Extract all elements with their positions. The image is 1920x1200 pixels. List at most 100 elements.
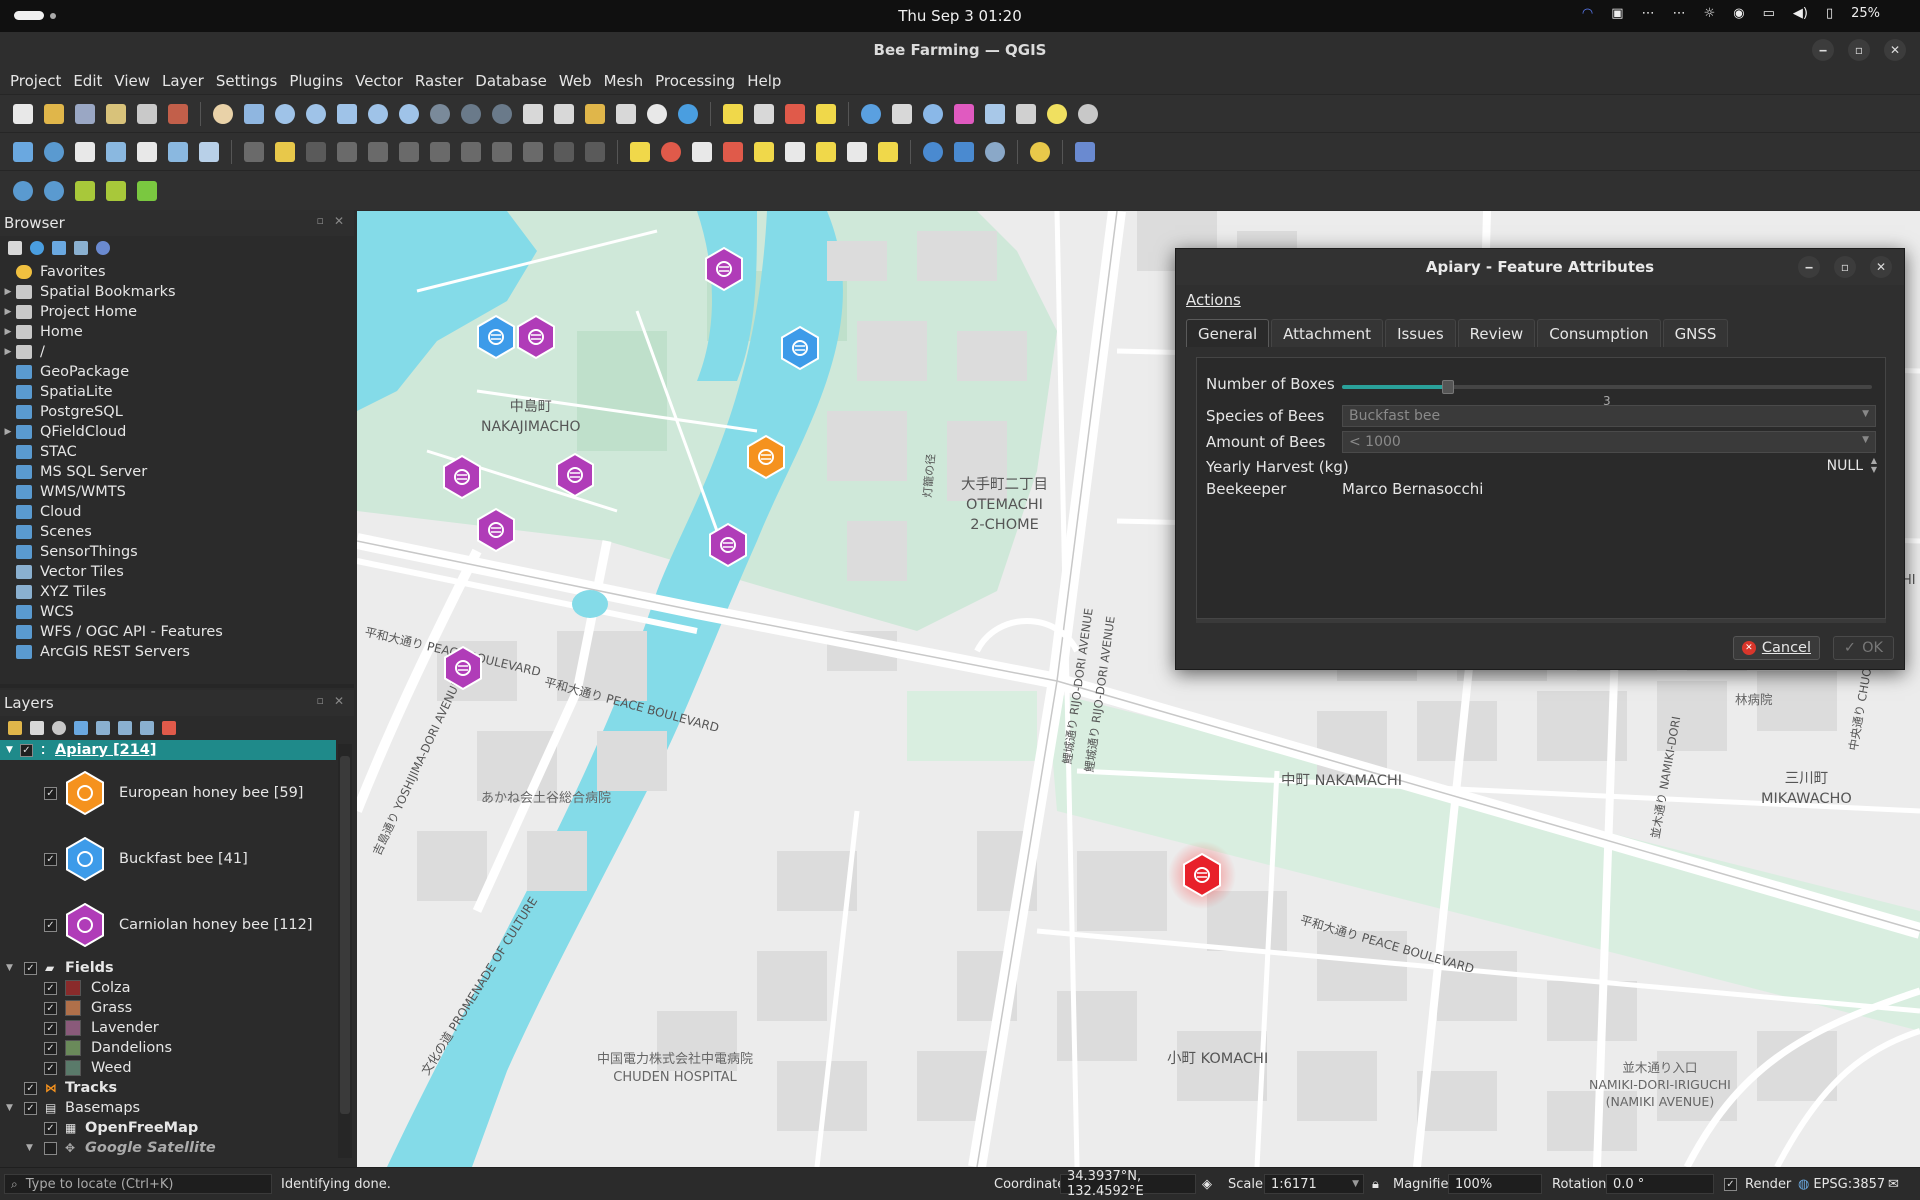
digitize-icon[interactable] bbox=[334, 139, 360, 165]
help-icon[interactable] bbox=[1072, 139, 1098, 165]
expand-all-icon[interactable] bbox=[118, 721, 132, 735]
zoom-out-icon[interactable] bbox=[303, 101, 329, 127]
undo-icon[interactable] bbox=[551, 139, 577, 165]
layer-visibility-checkbox[interactable]: ✓ bbox=[24, 1101, 37, 1115]
legend-item-buckfast[interactable]: ✓ Buckfast bee [41] bbox=[0, 826, 354, 892]
statistics-sigma-icon[interactable] bbox=[951, 101, 977, 127]
browser-item-6[interactable]: SpatiaLite bbox=[0, 382, 354, 402]
dialog-minimize-button[interactable]: ‒ bbox=[1798, 256, 1820, 278]
new-print-layout-icon[interactable] bbox=[103, 101, 129, 127]
remove-layer-icon[interactable] bbox=[162, 721, 176, 735]
menu-database[interactable]: Database bbox=[469, 72, 553, 90]
collapse-all-icon[interactable] bbox=[74, 241, 88, 255]
panel-splitter[interactable] bbox=[0, 684, 354, 688]
layout-manager-icon[interactable] bbox=[134, 101, 160, 127]
expand-arrow-icon[interactable]: ▶ bbox=[0, 347, 16, 357]
collapse-arrow-icon[interactable]: ▼ bbox=[6, 745, 20, 755]
lock-scale-icon[interactable]: 🔒︎ bbox=[1372, 1177, 1379, 1192]
vpn-icon[interactable]: ▭ bbox=[1763, 6, 1775, 21]
menu-help[interactable]: Help bbox=[741, 72, 787, 90]
zoom-last-icon[interactable] bbox=[458, 101, 484, 127]
collapse-arrow-icon[interactable]: ▼ bbox=[6, 1103, 24, 1113]
redo-icon[interactable] bbox=[582, 139, 608, 165]
temporal-controller-icon[interactable] bbox=[644, 101, 670, 127]
toggle-extents-icon[interactable]: ◈ bbox=[1202, 1177, 1212, 1192]
pan-icon[interactable] bbox=[210, 101, 236, 127]
cancel-button[interactable]: ✕ Cancel bbox=[1732, 636, 1820, 660]
manage-visibility-icon[interactable] bbox=[52, 721, 66, 735]
rotate-label-icon[interactable] bbox=[782, 139, 808, 165]
metasearch-icon[interactable] bbox=[920, 139, 946, 165]
paste-features-icon[interactable] bbox=[520, 139, 546, 165]
plugin-icon[interactable] bbox=[982, 139, 1008, 165]
field-class-4[interactable]: ✓ Weed bbox=[0, 1058, 354, 1078]
activities-indicator[interactable] bbox=[14, 11, 44, 20]
browser-item-11[interactable]: WMS/WMTS bbox=[0, 482, 354, 502]
render-toggle[interactable]: ✓ Render bbox=[1724, 1177, 1791, 1192]
layer-visibility-checkbox[interactable]: ✓ bbox=[44, 1141, 57, 1155]
app-indicator-icon[interactable]: ◠ bbox=[1582, 6, 1593, 21]
add-layer-icon[interactable] bbox=[8, 241, 22, 255]
browser-item-3[interactable]: ▶ Home bbox=[0, 322, 354, 342]
legend-checkbox[interactable]: ✓ bbox=[44, 852, 57, 866]
layer-fields[interactable]: ▼ ✓ ▰ Fields bbox=[0, 958, 354, 978]
overflow-icon[interactable]: ⋯ bbox=[1642, 6, 1655, 21]
label-properties-icon[interactable] bbox=[875, 139, 901, 165]
beekeeper-value[interactable]: Marco Bernasocchi bbox=[1342, 480, 1483, 498]
toggle-editing-pencil-icon[interactable] bbox=[272, 139, 298, 165]
close-window-button[interactable]: ✕ bbox=[1884, 39, 1906, 61]
add-group-icon[interactable] bbox=[30, 721, 44, 735]
locator-search-icon[interactable] bbox=[1075, 101, 1101, 127]
show-hide-labels-icon[interactable] bbox=[844, 139, 870, 165]
field-class-3[interactable]: ✓ Dandelions bbox=[0, 1038, 354, 1058]
menu-edit[interactable]: Edit bbox=[67, 72, 108, 90]
settings-gear-icon[interactable] bbox=[920, 101, 946, 127]
menu-mesh[interactable]: Mesh bbox=[598, 72, 650, 90]
expand-arrow-icon[interactable]: ▶ bbox=[0, 307, 16, 317]
synchronize-qfield-icon[interactable] bbox=[103, 178, 129, 204]
expand-arrow-icon[interactable]: ▶ bbox=[0, 327, 16, 337]
qms-icon[interactable] bbox=[951, 139, 977, 165]
tab-gnss[interactable]: GNSS bbox=[1662, 319, 1729, 347]
species-combobox[interactable]: Buckfast bee ▼ bbox=[1342, 405, 1876, 427]
field-class-2[interactable]: ✓ Lavender bbox=[0, 1018, 354, 1038]
layer-visibility-checkbox[interactable]: ✓ bbox=[24, 961, 37, 975]
legend-checkbox[interactable]: ✓ bbox=[44, 1041, 57, 1055]
legend-item-european[interactable]: ✓ European honey bee [59] bbox=[0, 760, 354, 826]
coordinate-field[interactable]: 34.3937°N, 132.4592°E bbox=[1060, 1169, 1196, 1199]
field-class-0[interactable]: ✓ Colza bbox=[0, 978, 354, 998]
layer-visibility-checkbox[interactable]: ✓ bbox=[20, 743, 33, 757]
new-project-icon[interactable] bbox=[10, 101, 36, 127]
pan-to-selection-icon[interactable] bbox=[241, 101, 267, 127]
new-3d-view-icon[interactable] bbox=[551, 101, 577, 127]
new-shapefile-icon[interactable] bbox=[72, 139, 98, 165]
browser-item-2[interactable]: ▶ Project Home bbox=[0, 302, 354, 322]
properties-info-icon[interactable] bbox=[96, 241, 110, 255]
tab-general[interactable]: General bbox=[1186, 319, 1270, 347]
zoom-next-icon[interactable] bbox=[489, 101, 515, 127]
harvest-spinbox-value[interactable]: NULL bbox=[1827, 458, 1863, 474]
browser-item-12[interactable]: Cloud bbox=[0, 502, 354, 522]
clipboard-icon[interactable]: ▣ bbox=[1611, 6, 1623, 21]
browser-item-16[interactable]: XYZ Tiles bbox=[0, 582, 354, 602]
boxes-slider-track[interactable] bbox=[1342, 385, 1872, 389]
select-by-value-icon[interactable] bbox=[751, 101, 777, 127]
boxes-slider-handle[interactable] bbox=[1442, 380, 1454, 394]
dialog-maximize-button[interactable]: ▫ bbox=[1834, 256, 1856, 278]
menu-plugins[interactable]: Plugins bbox=[283, 72, 349, 90]
browser-item-15[interactable]: Vector Tiles bbox=[0, 562, 354, 582]
browser-refresh-icon[interactable] bbox=[30, 241, 44, 255]
zoom-full-icon[interactable] bbox=[334, 101, 360, 127]
menu-project[interactable]: Project bbox=[4, 72, 67, 90]
layer-styling-icon[interactable] bbox=[8, 721, 22, 735]
cut-features-icon[interactable] bbox=[458, 139, 484, 165]
legend-checkbox[interactable]: ✓ bbox=[44, 918, 57, 932]
browser-item-9[interactable]: STAC bbox=[0, 442, 354, 462]
save-project-icon[interactable] bbox=[72, 101, 98, 127]
layer-tracks[interactable]: ✓ ⋈ Tracks bbox=[0, 1078, 354, 1098]
save-edits-icon[interactable] bbox=[303, 139, 329, 165]
maximize-button[interactable]: ▫ bbox=[1848, 39, 1870, 61]
brightness-icon[interactable]: ☼ bbox=[1704, 6, 1716, 21]
python-console-icon[interactable] bbox=[1027, 139, 1053, 165]
browser-item-10[interactable]: MS SQL Server bbox=[0, 462, 354, 482]
